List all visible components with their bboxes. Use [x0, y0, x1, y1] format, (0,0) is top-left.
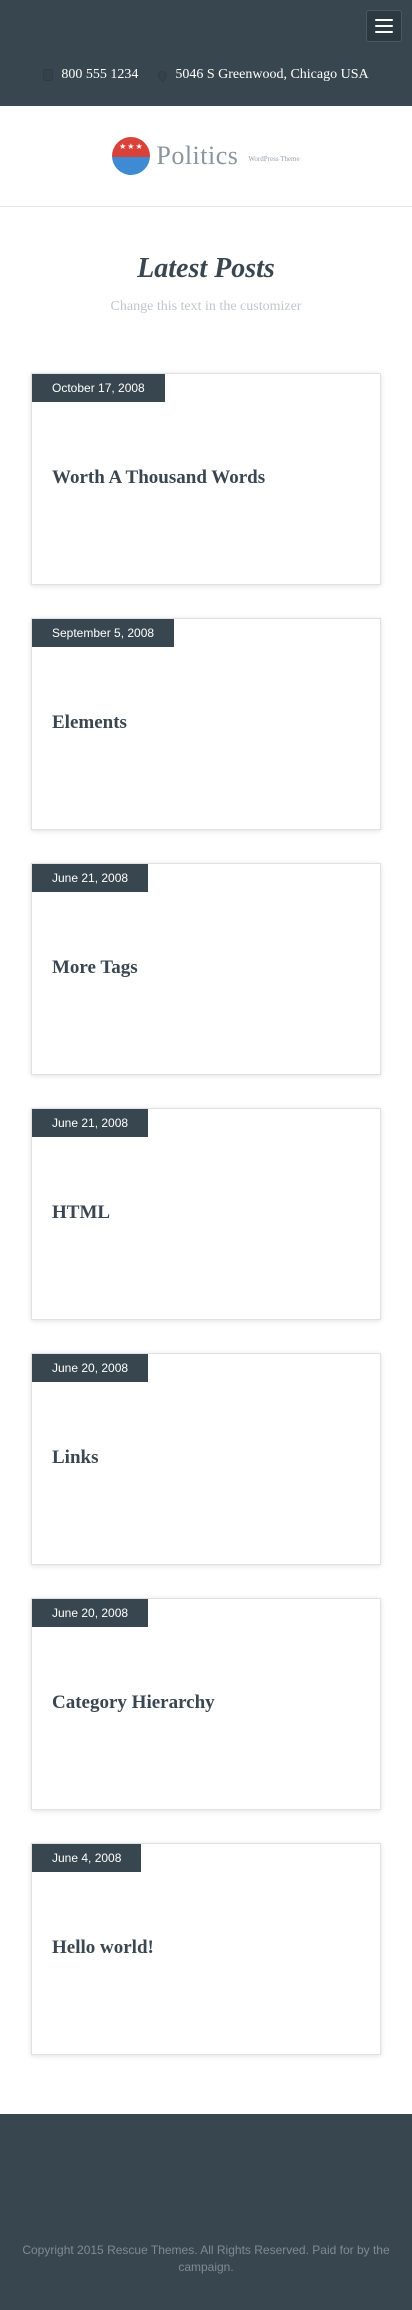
- post-card[interactable]: June 4, 2008 Hello world!: [31, 1843, 381, 2055]
- badge-blue-half: [112, 156, 151, 175]
- post-date-badge: June 20, 2008: [32, 1599, 149, 1627]
- phone-contact[interactable]: 800 555 1234: [43, 67, 138, 83]
- post-date-badge: June 20, 2008: [32, 1354, 149, 1382]
- post-card[interactable]: June 20, 2008 Links: [31, 1353, 381, 1565]
- post-card[interactable]: June 20, 2008 Category Hierarchy: [31, 1598, 381, 1810]
- post-card[interactable]: June 21, 2008 More Tags: [31, 863, 381, 1075]
- post-date-badge: June 4, 2008: [32, 1844, 142, 1872]
- post-title-link[interactable]: HTML: [52, 1202, 110, 1224]
- top-bar: 800 555 1234 5046 S Greenwood, Chicago U…: [0, 0, 412, 106]
- post-title-link[interactable]: Worth A Thousand Words: [52, 467, 265, 489]
- latest-posts-heading: Latest Posts Change this text in the cus…: [0, 253, 412, 315]
- post-card[interactable]: June 21, 2008 HTML: [31, 1108, 381, 1320]
- logo-badge-icon[interactable]: ★★★: [112, 137, 151, 175]
- hamburger-line: [375, 19, 393, 21]
- post-date-badge: June 21, 2008: [32, 864, 149, 892]
- post-date-badge: June 21, 2008: [32, 1109, 149, 1137]
- posts-list: October 17, 2008 Worth A Thousand Words …: [0, 373, 412, 2055]
- hamburger-line: [375, 25, 393, 27]
- post-date-badge: October 17, 2008: [32, 374, 165, 402]
- section-subtitle: Change this text in the customizer: [110, 299, 302, 314]
- phone-number: 800 555 1234: [61, 67, 139, 82]
- site-logo-name[interactable]: Politics: [156, 141, 238, 171]
- address-contact[interactable]: 5046 S Greenwood, Chicago USA: [156, 67, 369, 83]
- footer-copyright: Copyright 2015 Rescue Themes. All Rights…: [22, 2243, 390, 2274]
- site-header: ★★★ Politics WordPress Theme: [0, 106, 412, 207]
- post-card[interactable]: September 5, 2008 Elements: [31, 618, 381, 830]
- site-logo-tagline: WordPress Theme: [248, 155, 300, 163]
- site-footer: Copyright 2015 Rescue Themes. All Rights…: [0, 2114, 412, 2310]
- hamburger-menu-button[interactable]: [366, 10, 402, 42]
- star-icon: ★★★: [119, 142, 144, 151]
- post-card[interactable]: October 17, 2008 Worth A Thousand Words: [31, 373, 381, 585]
- post-title-link[interactable]: More Tags: [52, 957, 138, 979]
- post-title-link[interactable]: Links: [52, 1447, 98, 1469]
- post-title-link[interactable]: Elements: [52, 712, 127, 734]
- post-date-badge: September 5, 2008: [32, 619, 175, 647]
- hamburger-line: [375, 31, 393, 33]
- section-title: Latest Posts: [137, 253, 275, 284]
- address-text: 5046 S Greenwood, Chicago USA: [175, 67, 369, 82]
- phone-icon: [43, 69, 54, 81]
- contact-info: 800 555 1234 5046 S Greenwood, Chicago U…: [0, 67, 412, 83]
- post-title-link[interactable]: Category Hierarchy: [52, 1692, 215, 1714]
- post-title-link[interactable]: Hello world!: [52, 1937, 154, 1959]
- map-pin-icon: [156, 68, 170, 82]
